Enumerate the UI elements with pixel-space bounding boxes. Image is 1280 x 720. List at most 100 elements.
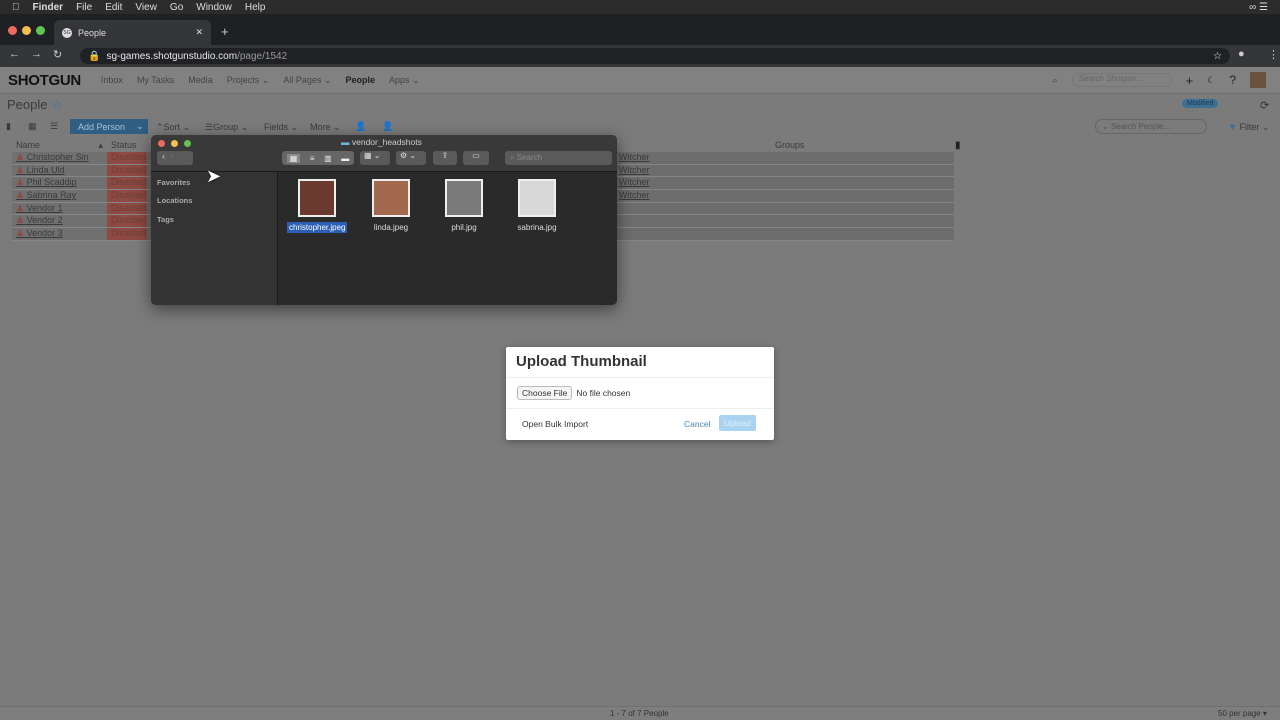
add-column-icon[interactable]: ▮: [955, 140, 961, 151]
view-detail-icon[interactable]: ▮: [6, 121, 11, 132]
groups-cell[interactable]: [775, 228, 954, 240]
menu-edit[interactable]: Edit: [105, 2, 122, 13]
add-icon[interactable]: +: [1186, 73, 1194, 88]
header-groups[interactable]: Groups: [775, 140, 805, 152]
shotgun-logo[interactable]: SHOTGUN: [8, 72, 81, 89]
url-field[interactable]: 🔒 sg-games.shotgunstudio.com/page/1542 ☆: [80, 48, 1230, 64]
search-icon[interactable]: ⌕: [1053, 75, 1058, 86]
file-phil[interactable]: phil.jpg: [434, 179, 494, 232]
nav-people[interactable]: People: [345, 75, 375, 85]
person-disabled-icon[interactable]: 👤: [382, 121, 393, 132]
file-sabrina[interactable]: sabrina.jpg: [507, 179, 567, 232]
more-button[interactable]: More ⌄: [310, 122, 341, 133]
person-name-link[interactable]: ♟ Vendor 2: [12, 215, 107, 228]
finder-zoom-button[interactable]: [184, 140, 191, 147]
person-name-link[interactable]: ♟ Phil Scaddip: [12, 177, 107, 190]
favorite-star-icon[interactable]: ☆: [51, 97, 63, 112]
choose-file-button[interactable]: Choose File: [517, 386, 573, 400]
reload-icon[interactable]: ↻: [53, 48, 62, 61]
groups-cell[interactable]: [775, 177, 954, 190]
apple-icon[interactable]: : [12, 2, 20, 13]
groups-cell[interactable]: [775, 164, 954, 177]
browser-tab[interactable]: SG People ✕: [54, 20, 211, 45]
nav-projects[interactable]: Projects ⌄: [227, 75, 270, 86]
per-page-select[interactable]: 50 per page ▾: [1218, 709, 1267, 718]
file-linda[interactable]: linda.jpeg: [361, 179, 421, 232]
finder-search-input[interactable]: ⌕ Search: [505, 151, 612, 165]
global-search-input[interactable]: Search Shotgun...: [1071, 73, 1172, 87]
menu-go[interactable]: Go: [170, 2, 183, 13]
project-link[interactable]: Witcher: [617, 164, 775, 177]
close-window-button[interactable]: [8, 26, 17, 35]
minimize-window-button[interactable]: [22, 26, 31, 35]
status-cell[interactable]: Disabled: [107, 152, 147, 164]
close-tab-icon[interactable]: ✕: [195, 27, 203, 38]
project-link[interactable]: Witcher: [617, 190, 775, 202]
person-name-link[interactable]: ♟ Vendor 1: [12, 202, 107, 215]
back-icon[interactable]: ←: [9, 48, 20, 60]
status-cell[interactable]: Disabled: [107, 177, 147, 190]
view-grid-icon[interactable]: ▦: [28, 121, 37, 132]
groups-cell[interactable]: [775, 215, 954, 228]
finder-back-forward[interactable]: ‹ ›: [157, 151, 193, 165]
status-cell[interactable]: Disabled: [107, 164, 147, 177]
add-person-button[interactable]: Add Person: [70, 119, 134, 134]
nav-media[interactable]: Media: [188, 75, 213, 85]
nav-apps[interactable]: Apps ⌄: [389, 75, 420, 86]
menu-help[interactable]: Help: [245, 2, 266, 13]
nav-my-tasks[interactable]: My Tasks: [137, 75, 174, 85]
status-cell[interactable]: Disabled: [107, 190, 147, 202]
groups-cell[interactable]: [775, 202, 954, 215]
status-cell[interactable]: Disabled: [107, 202, 147, 215]
project-link[interactable]: [617, 215, 775, 228]
person-name-link[interactable]: ♟ Linda Uld: [12, 164, 107, 177]
file-christopher[interactable]: christopher.jpeg: [287, 179, 348, 233]
sidebar-tags[interactable]: Tags: [157, 215, 174, 224]
person-name-link[interactable]: ♟ Sabrina Ray: [12, 190, 107, 202]
header-status[interactable]: Status: [107, 140, 147, 152]
groups-cell[interactable]: [775, 152, 954, 164]
modified-badge[interactable]: Modified: [1182, 99, 1219, 108]
new-tab-button[interactable]: +: [221, 24, 229, 39]
menu-window[interactable]: Window: [196, 2, 232, 13]
group-by-button[interactable]: ▦ ⌄: [360, 151, 390, 165]
profile-icon[interactable]: ●: [1238, 48, 1245, 60]
search-people-input[interactable]: ⌄ Search People...: [1095, 119, 1207, 134]
nav-all-pages[interactable]: All Pages ⌄: [283, 75, 331, 86]
upload-button[interactable]: Upload: [719, 415, 756, 431]
sidebar-favorites[interactable]: Favorites: [157, 178, 190, 187]
view-mode-segment[interactable]: ▦ ≡ ▥ ▬: [282, 151, 354, 165]
finder-minimize-button[interactable]: [171, 140, 178, 147]
cancel-button[interactable]: Cancel: [684, 419, 710, 429]
filter-button[interactable]: ▼ Filter ⌄: [1228, 122, 1269, 133]
bookmark-star-icon[interactable]: ☆: [1213, 51, 1222, 62]
menu-view[interactable]: View: [135, 2, 157, 13]
share-icon[interactable]: ⇪: [433, 151, 457, 165]
help-icon[interactable]: ?: [1229, 73, 1236, 87]
nav-inbox[interactable]: Inbox: [101, 75, 123, 85]
refresh-icon[interactable]: ⟳: [1260, 99, 1269, 112]
add-person-dropdown[interactable]: ⌄: [132, 119, 148, 134]
view-list-icon[interactable]: ☰: [50, 121, 58, 132]
project-link[interactable]: [617, 228, 775, 240]
menu-file[interactable]: File: [76, 2, 92, 13]
status-cell[interactable]: Disabled: [107, 228, 147, 240]
user-avatar[interactable]: [1250, 72, 1266, 88]
person-name-link[interactable]: ♟ Christopher Sin: [12, 152, 107, 164]
kebab-menu-icon[interactable]: ⋮: [1268, 48, 1279, 61]
header-name[interactable]: Name ▴: [12, 140, 107, 152]
status-cell[interactable]: Disabled: [107, 215, 147, 228]
action-gear-button[interactable]: ⚙ ⌄: [396, 151, 426, 165]
group-button[interactable]: ☰Group ⌄: [205, 122, 248, 133]
menu-app-name[interactable]: Finder: [33, 2, 64, 13]
sidebar-locations[interactable]: Locations: [157, 196, 192, 205]
open-bulk-import-link[interactable]: Open Bulk Import: [522, 419, 588, 429]
tag-icon[interactable]: ▭: [463, 151, 489, 165]
control-center-icon[interactable]: ∞ ☰: [1249, 2, 1268, 13]
fields-button[interactable]: Fields ⌄: [264, 122, 298, 133]
person-icon[interactable]: 👤: [355, 121, 366, 132]
sort-button[interactable]: ⌃Sort ⌄: [156, 122, 190, 133]
person-name-link[interactable]: ♟ Vendor 3: [12, 228, 107, 240]
project-link[interactable]: [617, 202, 775, 215]
project-link[interactable]: Witcher: [617, 177, 775, 190]
